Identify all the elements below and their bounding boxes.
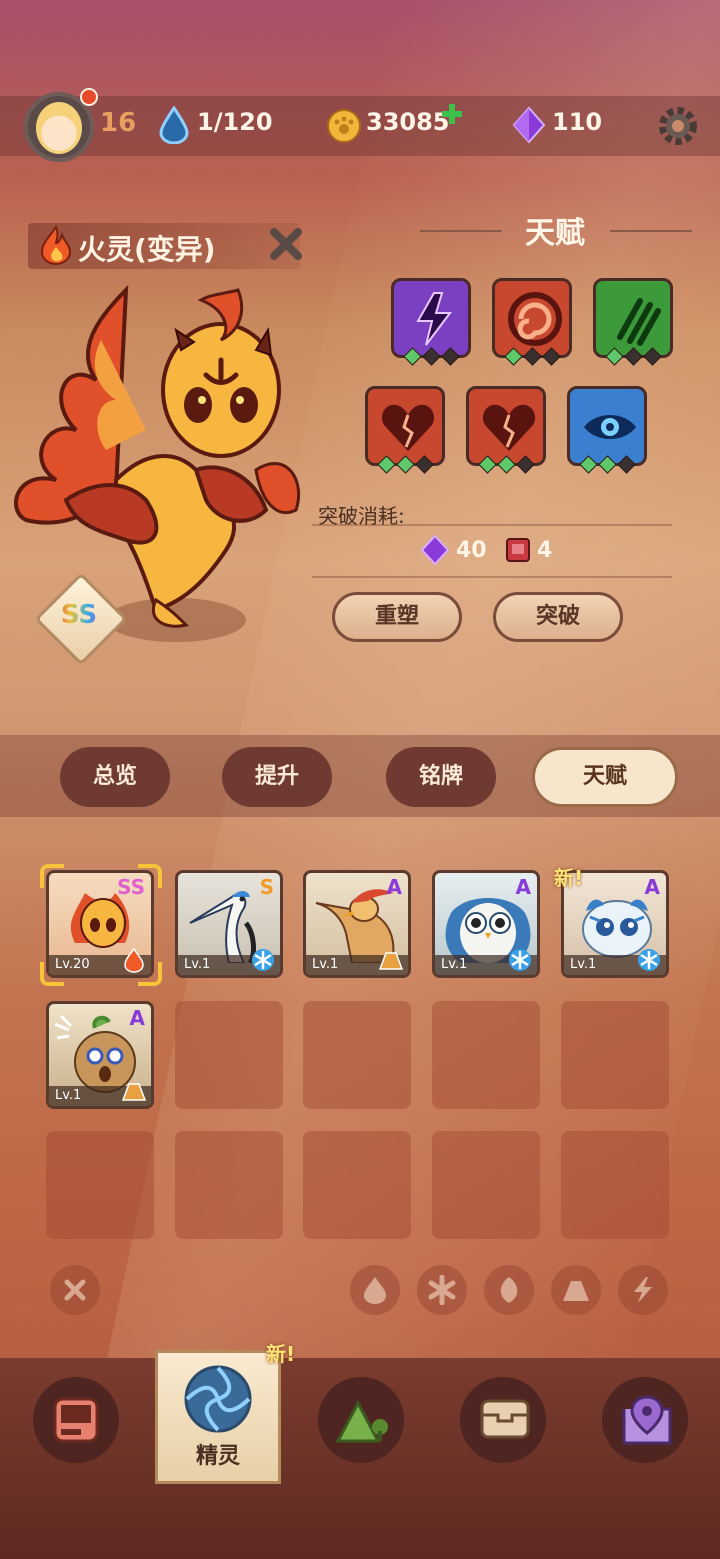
spirit-card-owl[interactable]: A Lv.1 xyxy=(432,870,540,978)
fire-filter-icon xyxy=(364,1277,386,1304)
device-icon xyxy=(53,1397,99,1443)
flame-icon xyxy=(40,225,72,265)
earth-element-icon xyxy=(121,1083,147,1101)
spirit-portal-icon xyxy=(184,1365,252,1433)
stamina-value: 1/120 xyxy=(197,108,273,136)
rank-label: A xyxy=(129,1006,145,1030)
broken-heart-talent-icon xyxy=(381,404,435,451)
empty-slot xyxy=(175,1001,283,1109)
ice-filter-icon xyxy=(428,1275,456,1305)
spiral-talent-icon xyxy=(508,292,562,346)
breakthrough-button[interactable]: 突破 xyxy=(493,592,623,642)
lightning-filter-button[interactable] xyxy=(618,1265,668,1315)
clear-filter-icon xyxy=(64,1279,86,1301)
player-level: 16 xyxy=(100,108,137,138)
nav-map[interactable] xyxy=(602,1377,688,1463)
leaf-filter-icon xyxy=(500,1277,518,1303)
earth-filter-button[interactable] xyxy=(551,1265,601,1315)
earth-filter-icon xyxy=(563,1281,589,1301)
nav-spirit-label: 精灵 xyxy=(195,1444,240,1469)
mountain-icon xyxy=(336,1399,388,1443)
lightning-talent-icon xyxy=(416,292,452,346)
reforge-button[interactable]: 重塑 xyxy=(332,592,462,642)
empty-slot xyxy=(175,1131,283,1239)
empty-slot xyxy=(46,1131,154,1239)
ice-element-icon xyxy=(509,949,531,971)
spirit-card-potato[interactable]: A Lv.1 xyxy=(46,1001,154,1109)
selection-corner xyxy=(40,864,64,888)
leaf-filter-button[interactable] xyxy=(484,1265,534,1315)
ice-element-icon xyxy=(638,949,660,971)
grade-text: SS xyxy=(54,600,104,630)
selection-corner xyxy=(40,962,64,986)
tab-talent[interactable]: 天赋 xyxy=(532,747,678,807)
talent-slot-lightning[interactable] xyxy=(391,278,471,366)
talent-slot-broken-heart-2[interactable] xyxy=(466,386,546,474)
talent-slot-eye[interactable] xyxy=(567,386,647,474)
gear-icon[interactable] xyxy=(656,104,700,148)
clear-filter-button[interactable] xyxy=(50,1265,100,1315)
nav-adventure[interactable] xyxy=(318,1377,404,1463)
talent-title: 天赋 xyxy=(525,216,585,251)
coin-value: 33085 xyxy=(366,108,450,136)
earth-element-icon xyxy=(378,952,404,970)
selection-corner xyxy=(138,962,162,986)
rank-label: A xyxy=(515,875,531,899)
red-book-icon xyxy=(506,538,530,562)
paw-coin-icon xyxy=(327,109,361,143)
talent-slot-claw[interactable] xyxy=(593,278,673,366)
talent-slot-broken-heart-1[interactable] xyxy=(365,386,445,474)
ice-element-icon xyxy=(252,949,274,971)
purple-gem-icon xyxy=(512,106,546,144)
rank-label: A xyxy=(386,875,402,899)
nav-chest[interactable] xyxy=(460,1377,546,1463)
divider xyxy=(312,576,672,578)
fire-spirit-artwork xyxy=(14,284,301,642)
notification-dot xyxy=(80,88,98,106)
broken-heart-talent-icon xyxy=(482,404,536,451)
selection-corner xyxy=(138,864,162,888)
water-drop-icon xyxy=(159,106,189,144)
fire-filter-button[interactable] xyxy=(350,1265,400,1315)
empty-slot xyxy=(561,1131,669,1239)
ice-filter-button[interactable] xyxy=(417,1265,467,1315)
empty-slot xyxy=(303,1131,411,1239)
close-icon[interactable] xyxy=(268,226,304,262)
lightning-filter-icon xyxy=(634,1277,652,1303)
empty-slot xyxy=(432,1131,540,1239)
new-tag: 新! xyxy=(554,866,584,890)
divider xyxy=(312,524,672,526)
eye-talent-icon xyxy=(584,415,636,439)
tab-overview[interactable]: 总览 xyxy=(60,747,170,807)
map-pin-icon xyxy=(622,1395,672,1445)
nav-device[interactable] xyxy=(33,1377,119,1463)
tab-upgrade[interactable]: 提升 xyxy=(222,747,332,807)
gem-cost: 40 xyxy=(456,538,487,563)
spirit-card-bird[interactable]: A Lv.1 xyxy=(303,870,411,978)
tab-nameplate[interactable]: 铭牌 xyxy=(386,747,496,807)
spirit-name: 火灵(变异) xyxy=(78,233,216,266)
claw-talent-icon xyxy=(617,298,661,346)
purple-gem-icon xyxy=(420,534,450,566)
gem-value: 110 xyxy=(552,108,603,136)
empty-slot xyxy=(432,1001,540,1109)
nav-new-tag: 新! xyxy=(266,1342,296,1366)
rank-label: S xyxy=(259,875,274,899)
book-cost: 4 xyxy=(537,538,553,563)
talent-slot-spiral[interactable] xyxy=(492,278,572,366)
spirit-card-crane[interactable]: S Lv.1 xyxy=(175,870,283,978)
plus-icon[interactable] xyxy=(440,102,464,126)
empty-slot xyxy=(303,1001,411,1109)
empty-slot xyxy=(561,1001,669,1109)
rank-label: A xyxy=(644,875,660,899)
chest-icon xyxy=(480,1399,530,1439)
